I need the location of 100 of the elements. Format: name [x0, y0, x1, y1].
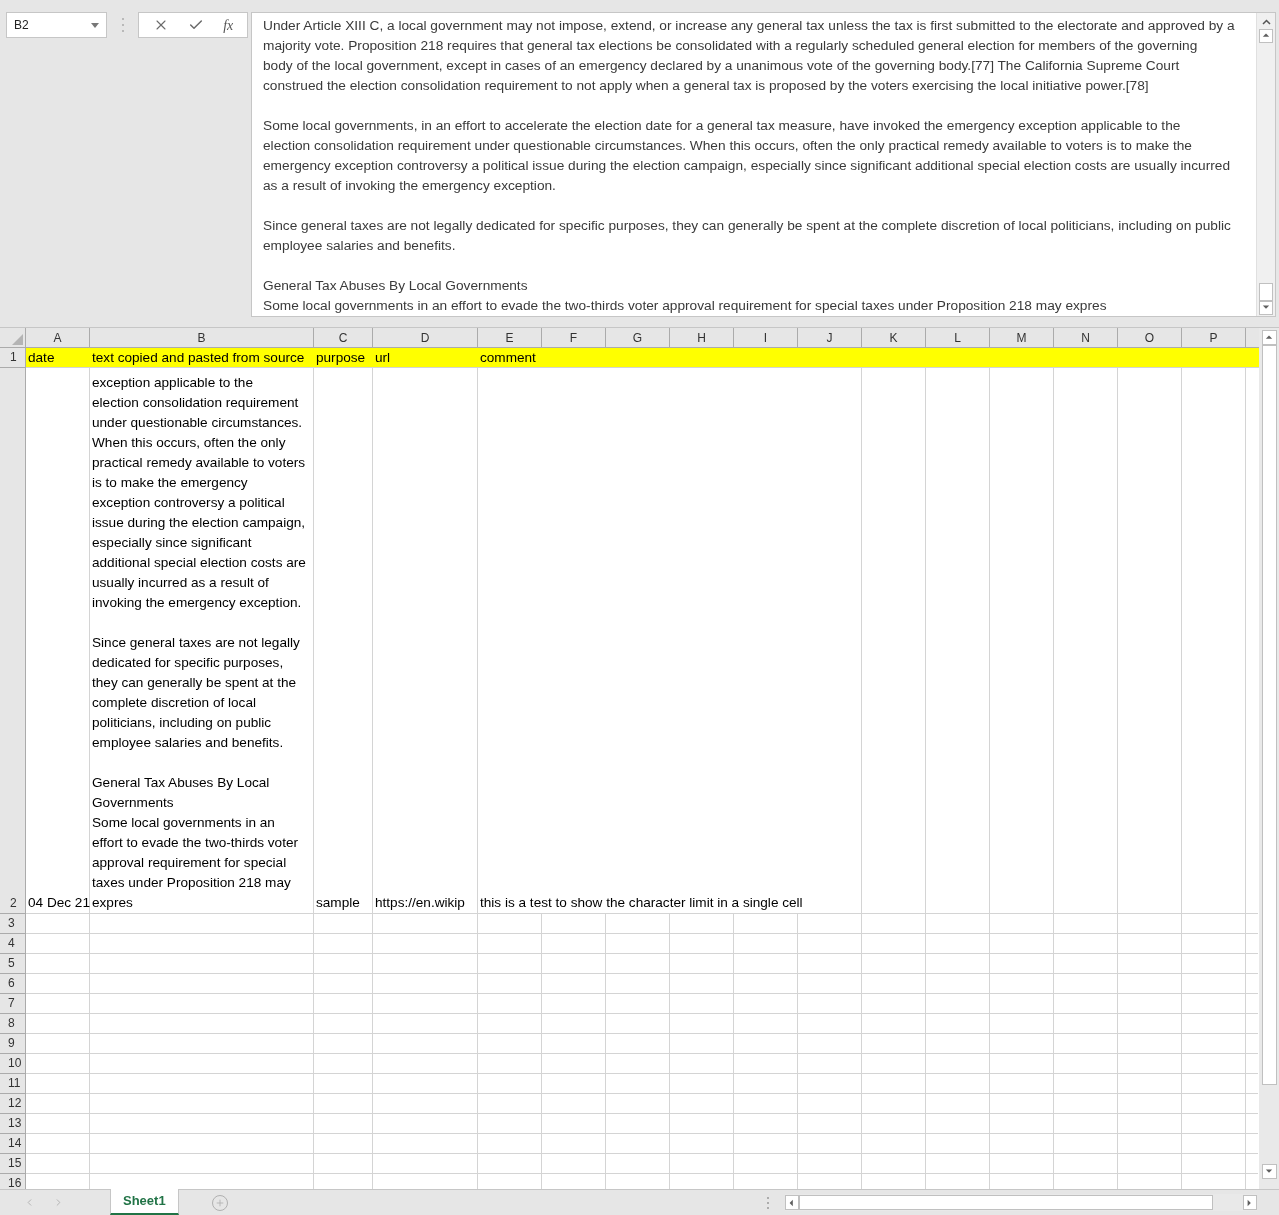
table-cell[interactable]	[990, 1154, 1054, 1174]
table-cell[interactable]	[1054, 1034, 1118, 1054]
table-cell[interactable]	[1182, 368, 1246, 914]
table-cell[interactable]	[478, 1074, 542, 1094]
table-cell[interactable]	[1118, 1054, 1182, 1074]
table-cell[interactable]	[606, 1094, 670, 1114]
table-cell[interactable]	[798, 974, 862, 994]
table-cell[interactable]	[373, 1114, 478, 1134]
table-cell[interactable]	[90, 1134, 314, 1154]
table-cell[interactable]	[373, 1054, 478, 1074]
table-cell[interactable]	[478, 914, 542, 934]
column-header[interactable]: H	[670, 328, 734, 347]
table-cell[interactable]	[862, 1094, 926, 1114]
table-cell[interactable]	[1118, 914, 1182, 934]
table-cell[interactable]	[314, 954, 373, 974]
table-cell[interactable]	[373, 934, 478, 954]
row-header[interactable]: 12	[0, 1094, 26, 1114]
row-header[interactable]: 8	[0, 1014, 26, 1034]
table-cell[interactable]	[990, 1074, 1054, 1094]
scroll-thumb[interactable]	[1261, 345, 1277, 1085]
table-cell[interactable]	[990, 974, 1054, 994]
table-cell[interactable]	[314, 1014, 373, 1034]
table-cell[interactable]	[1118, 974, 1182, 994]
table-cell[interactable]	[90, 914, 314, 934]
formula-bar[interactable]	[251, 12, 1276, 317]
row-header[interactable]: 13	[0, 1114, 26, 1134]
select-all-icon[interactable]	[12, 334, 23, 345]
table-cell[interactable]	[1182, 1074, 1246, 1094]
table-cell[interactable]	[862, 1114, 926, 1134]
table-cell[interactable]	[798, 1134, 862, 1154]
table-cell[interactable]	[734, 934, 798, 954]
table-cell[interactable]	[1182, 1034, 1246, 1054]
table-cell[interactable]	[862, 1074, 926, 1094]
table-cell[interactable]	[1054, 954, 1118, 974]
table-cell[interactable]	[478, 1034, 542, 1054]
table-cell[interactable]	[606, 1074, 670, 1094]
table-cell[interactable]	[90, 1114, 314, 1134]
table-cell[interactable]	[1118, 1094, 1182, 1114]
table-cell[interactable]	[734, 1134, 798, 1154]
table-cell[interactable]	[1118, 934, 1182, 954]
table-cell[interactable]	[373, 914, 478, 934]
table-cell[interactable]	[926, 1054, 990, 1074]
table-cell[interactable]	[90, 1154, 314, 1174]
table-cell[interactable]	[990, 1034, 1054, 1054]
table-cell[interactable]	[990, 1054, 1054, 1074]
table-cell[interactable]	[990, 1134, 1054, 1154]
table-cell[interactable]	[478, 934, 542, 954]
table-cell[interactable]	[862, 1014, 926, 1034]
table-cell[interactable]	[606, 954, 670, 974]
table-cell[interactable]	[1182, 954, 1246, 974]
table-cell[interactable]	[926, 1154, 990, 1174]
column-header[interactable]: B	[90, 328, 314, 347]
table-cell[interactable]	[606, 1014, 670, 1034]
sheet-tab[interactable]: Sheet1	[110, 1189, 179, 1215]
table-cell[interactable]	[26, 1014, 90, 1034]
table-cell[interactable]	[373, 954, 478, 974]
row-header[interactable]: 10	[0, 1054, 26, 1074]
table-cell[interactable]	[26, 994, 90, 1014]
table-cell[interactable]	[1182, 1054, 1246, 1074]
column-header[interactable]: M	[990, 328, 1054, 347]
table-cell[interactable]	[670, 954, 734, 974]
table-cell[interactable]	[26, 934, 90, 954]
table-cell[interactable]	[670, 974, 734, 994]
table-cell[interactable]	[862, 954, 926, 974]
table-cell[interactable]	[478, 1054, 542, 1074]
table-cell[interactable]	[542, 1094, 606, 1114]
table-cell[interactable]	[478, 1134, 542, 1154]
table-cell[interactable]	[990, 1114, 1054, 1134]
table-cell[interactable]: purpose	[314, 348, 373, 367]
table-cell[interactable]	[926, 954, 990, 974]
table-cell[interactable]	[926, 934, 990, 954]
table-cell[interactable]	[373, 1014, 478, 1034]
table-cell[interactable]	[606, 994, 670, 1014]
column-header[interactable]: A	[26, 328, 90, 347]
table-cell[interactable]	[670, 1014, 734, 1034]
table-cell[interactable]	[26, 1074, 90, 1094]
table-cell[interactable]	[373, 1094, 478, 1114]
table-cell[interactable]	[1182, 1154, 1246, 1174]
table-cell[interactable]	[478, 974, 542, 994]
table-cell[interactable]	[314, 994, 373, 1014]
table-cell[interactable]	[1182, 914, 1246, 934]
table-cell[interactable]	[670, 1074, 734, 1094]
table-cell[interactable]	[926, 1114, 990, 1134]
table-cell[interactable]	[1182, 1094, 1246, 1114]
column-header[interactable]: P	[1182, 328, 1246, 347]
table-cell[interactable]	[670, 1034, 734, 1054]
table-cell[interactable]	[542, 1014, 606, 1034]
row-header[interactable]: 11	[0, 1074, 26, 1094]
table-cell[interactable]	[670, 934, 734, 954]
table-cell[interactable]	[478, 1014, 542, 1034]
table-cell[interactable]	[862, 994, 926, 1014]
table-cell[interactable]	[542, 954, 606, 974]
table-cell[interactable]	[862, 934, 926, 954]
table-cell[interactable]	[798, 1034, 862, 1054]
table-cell[interactable]	[26, 914, 90, 934]
row-header[interactable]: 4	[0, 934, 26, 954]
table-cell[interactable]	[862, 1054, 926, 1074]
table-cell[interactable]	[478, 1154, 542, 1174]
table-cell[interactable]	[798, 934, 862, 954]
column-header[interactable]: K	[862, 328, 926, 347]
